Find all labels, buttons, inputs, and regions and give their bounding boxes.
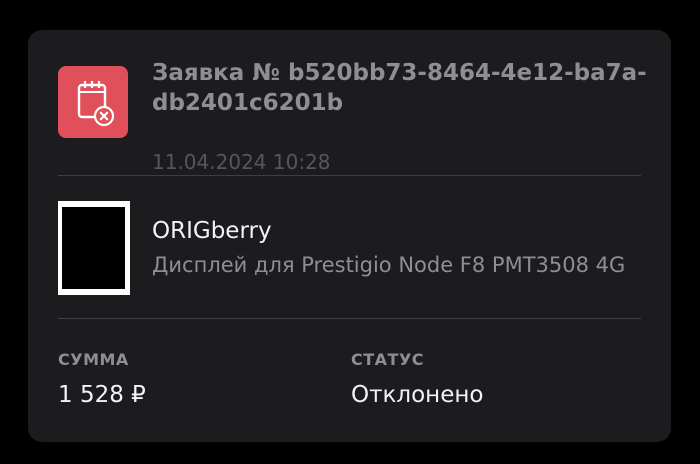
status-label: СТАТУС [351,350,425,369]
sum-value: 1 528 ₽ [58,382,146,408]
product-image [62,207,125,289]
divider [58,318,641,319]
receipt-cancel-icon [58,66,128,138]
divider [58,175,641,176]
product-name: Дисплей для Prestigio Node F8 PMT3508 4G [152,253,626,277]
product-thumbnail [58,201,130,295]
order-date: 11.04.2024 10:28 [152,150,331,174]
product-brand: ORIGberry [152,218,272,244]
status-value: Отклонено [351,382,484,408]
order-title: Заявка № b520bb73-8464-4e12-ba7a-db2401c… [152,60,647,116]
product-row[interactable]: ORIGberry Дисплей для Prestigio Node F8 … [58,199,641,295]
order-card[interactable]: Заявка № b520bb73-8464-4e12-ba7a-db2401c… [28,30,671,442]
sum-label: СУММА [58,350,129,369]
order-header: Заявка № b520bb73-8464-4e12-ba7a-db2401c… [58,56,648,176]
